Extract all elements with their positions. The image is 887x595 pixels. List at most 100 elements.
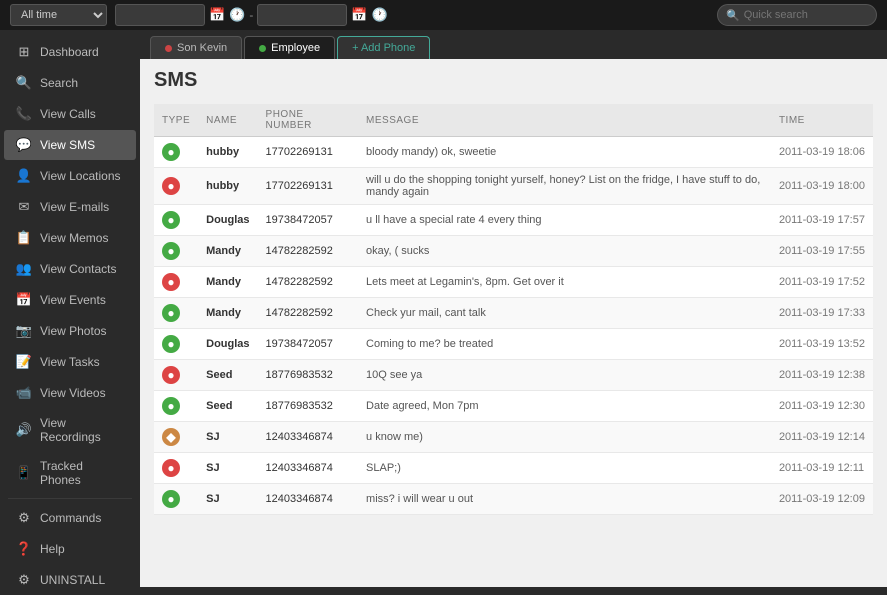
cell-type: ● xyxy=(154,168,198,205)
cell-type: ● xyxy=(154,205,198,236)
cell-name: SJ xyxy=(198,422,257,453)
calls-icon: 📞 xyxy=(16,106,32,122)
table-row[interactable]: ● SJ 12403346874 miss? i will wear u out… xyxy=(154,484,873,515)
sidebar-item-tracked-phones[interactable]: 📱 Tracked Phones xyxy=(4,452,136,494)
sidebar: ⊞ Dashboard 🔍 Search 📞 View Calls 💬 View… xyxy=(0,30,140,587)
table-row[interactable]: ● Mandy 14782282592 okay, ( sucks 2011-0… xyxy=(154,236,873,267)
table-row[interactable]: ● Douglas 19738472057 u ll have a specia… xyxy=(154,205,873,236)
sidebar-item-view-tasks[interactable]: 📝 View Tasks xyxy=(4,347,136,377)
table-row[interactable]: ● Seed 18776983532 Date agreed, Mon 7pm … xyxy=(154,391,873,422)
table-row[interactable]: ● hubby 17702269131 will u do the shoppi… xyxy=(154,168,873,205)
commands-icon: ⚙ xyxy=(16,510,32,526)
sidebar-item-uninstall[interactable]: ⚙ UNINSTALL xyxy=(4,565,136,595)
table-row[interactable]: ● SJ 12403346874 SLAP;) 2011-03-19 12:11 xyxy=(154,453,873,484)
tab-add-phone[interactable]: + Add Phone xyxy=(337,36,430,59)
cell-phone: 18776983532 xyxy=(258,360,359,391)
cell-message: will u do the shopping tonight yurself, … xyxy=(358,168,771,205)
sidebar-item-view-events[interactable]: 📅 View Events xyxy=(4,285,136,315)
cell-type: ● xyxy=(154,267,198,298)
sidebar-item-view-memos[interactable]: 📋 View Memos xyxy=(4,223,136,253)
cell-time: 2011-03-19 12:11 xyxy=(771,453,873,484)
sidebar-item-commands[interactable]: ⚙ Commands xyxy=(4,503,136,533)
table-row[interactable]: ● hubby 17702269131 bloody mandy) ok, sw… xyxy=(154,137,873,168)
sms-name: Seed xyxy=(206,400,232,412)
type-icon: ● xyxy=(162,211,180,229)
cell-time: 2011-03-19 12:30 xyxy=(771,391,873,422)
tab-label-employee: Employee xyxy=(271,42,320,54)
sms-message: Lets meet at Legamin's, 8pm. Get over it xyxy=(366,276,564,288)
sidebar-item-view-photos[interactable]: 📷 View Photos xyxy=(4,316,136,346)
sidebar-item-dashboard[interactable]: ⊞ Dashboard xyxy=(4,37,136,67)
cell-message: 10Q see ya xyxy=(358,360,771,391)
clock-from-icon[interactable]: 🕐 xyxy=(229,7,245,23)
sidebar-item-view-recordings[interactable]: 🔊 View Recordings xyxy=(4,409,136,451)
sidebar-item-view-emails[interactable]: ✉ View E-mails xyxy=(4,192,136,222)
sidebar-item-view-contacts[interactable]: 👥 View Contacts xyxy=(4,254,136,284)
cell-name: SJ xyxy=(198,453,257,484)
time-range-select[interactable]: All time Today Last 7 days Last 30 days xyxy=(10,4,107,26)
cell-time: 2011-03-19 13:52 xyxy=(771,329,873,360)
clock-to-icon[interactable]: 🕐 xyxy=(372,7,388,23)
date-separator: - xyxy=(249,8,253,22)
table-row[interactable]: ● Douglas 19738472057 Coming to me? be t… xyxy=(154,329,873,360)
sms-time: 2011-03-19 12:11 xyxy=(779,462,864,474)
cell-type: ● xyxy=(154,453,198,484)
cell-time: 2011-03-19 18:00 xyxy=(771,168,873,205)
dashboard-icon: ⊞ xyxy=(16,44,32,60)
sidebar-label-tracked-phones: Tracked Phones xyxy=(40,459,124,487)
sms-table: TYPE NAME PHONE NUMBER MESSAGE TIME ● hu… xyxy=(154,104,873,515)
locations-icon: 👤 xyxy=(16,168,32,184)
table-row[interactable]: ● Mandy 14782282592 Check yur mail, cant… xyxy=(154,298,873,329)
cell-name: hubby xyxy=(198,168,257,205)
sms-name: Mandy xyxy=(206,276,241,288)
sms-phone: 19738472057 xyxy=(266,214,333,226)
calendar-to-icon[interactable]: 📅 xyxy=(351,7,367,23)
tab-label-add-phone: + Add Phone xyxy=(352,42,415,54)
type-icon: ● xyxy=(162,490,180,508)
cell-phone: 12403346874 xyxy=(258,453,359,484)
calendar-from-icon[interactable]: 📅 xyxy=(209,7,225,23)
table-row[interactable]: ● Seed 18776983532 10Q see ya 2011-03-19… xyxy=(154,360,873,391)
tab-employee[interactable]: Employee xyxy=(244,36,335,59)
sidebar-item-view-sms[interactable]: 💬 View SMS xyxy=(4,130,136,160)
sms-name: Douglas xyxy=(206,338,249,350)
cell-message: Check yur mail, cant talk xyxy=(358,298,771,329)
tracked-phones-icon: 📱 xyxy=(16,465,32,481)
sms-phone: 12403346874 xyxy=(266,431,333,443)
cell-time: 2011-03-19 17:55 xyxy=(771,236,873,267)
uninstall-icon: ⚙ xyxy=(16,572,32,588)
sms-phone: 12403346874 xyxy=(266,462,333,474)
sms-name: SJ xyxy=(206,462,219,474)
date-to-input[interactable] xyxy=(257,4,347,26)
date-range-group: 📅 🕐 - 📅 🕐 xyxy=(115,4,388,26)
emails-icon: ✉ xyxy=(16,199,32,215)
sidebar-item-view-locations[interactable]: 👤 View Locations xyxy=(4,161,136,191)
sidebar-item-search[interactable]: 🔍 Search xyxy=(4,68,136,98)
search-box[interactable]: 🔍 xyxy=(717,4,877,26)
cell-phone: 18776983532 xyxy=(258,391,359,422)
table-row[interactable]: ◆ SJ 12403346874 u know me) 2011-03-19 1… xyxy=(154,422,873,453)
cell-time: 2011-03-19 18:06 xyxy=(771,137,873,168)
table-row[interactable]: ● Mandy 14782282592 Lets meet at Legamin… xyxy=(154,267,873,298)
cell-type: ● xyxy=(154,236,198,267)
date-from-input[interactable] xyxy=(115,4,205,26)
sidebar-label-emails: View E-mails xyxy=(40,200,109,214)
type-icon: ● xyxy=(162,242,180,260)
col-type: TYPE xyxy=(154,104,198,137)
tab-son-kevin[interactable]: Son Kevin xyxy=(150,36,242,59)
sms-message: will u do the shopping tonight yurself, … xyxy=(366,174,760,198)
contacts-icon: 👥 xyxy=(16,261,32,277)
sidebar-label-calls: View Calls xyxy=(40,107,96,121)
cell-message: Coming to me? be treated xyxy=(358,329,771,360)
sidebar-item-view-videos[interactable]: 📹 View Videos xyxy=(4,378,136,408)
cell-phone: 19738472057 xyxy=(258,329,359,360)
sidebar-item-view-calls[interactable]: 📞 View Calls xyxy=(4,99,136,129)
type-icon: ● xyxy=(162,459,180,477)
sidebar-item-help[interactable]: ❓ Help xyxy=(4,534,136,564)
search-input[interactable] xyxy=(744,9,864,21)
col-name: NAME xyxy=(198,104,257,137)
sidebar-label-events: View Events xyxy=(40,293,106,307)
sms-name: SJ xyxy=(206,431,219,443)
sms-message: Coming to me? be treated xyxy=(366,338,493,350)
sms-phone: 19738472057 xyxy=(266,338,333,350)
